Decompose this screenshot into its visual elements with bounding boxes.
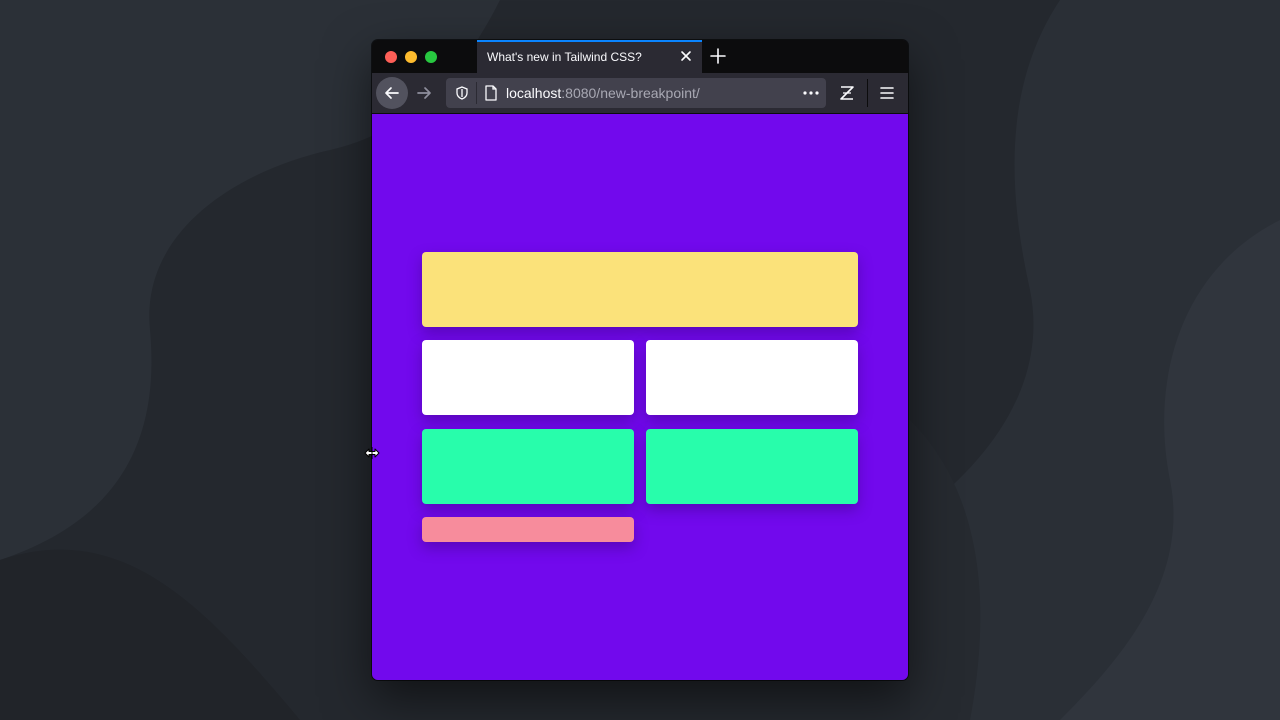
forward-arrow-icon (417, 87, 431, 99)
new-tab-button[interactable] (709, 47, 727, 65)
yellow-banner-card (422, 252, 858, 327)
back-button[interactable] (376, 77, 408, 109)
hamburger-menu-icon[interactable] (878, 84, 896, 102)
page-icon[interactable] (484, 85, 498, 101)
close-icon[interactable] (678, 48, 694, 64)
address-bar[interactable]: localhost:8080/new-breakpoint/ (446, 78, 826, 108)
tracking-protection-shield-icon[interactable] (455, 86, 469, 100)
white-card-right (646, 340, 858, 415)
green-card-right (646, 429, 858, 504)
tab-title: What's new in Tailwind CSS? (487, 50, 642, 64)
window-maximize-button[interactable] (425, 51, 437, 63)
navigation-toolbar: localhost:8080/new-breakpoint/ (372, 73, 908, 114)
forward-button[interactable] (408, 77, 440, 109)
browser-window: What's new in Tailwind CSS? localhost:80… (372, 40, 908, 680)
page-viewport (372, 114, 908, 680)
url-path: :8080/new-breakpoint/ (561, 85, 700, 101)
url-host: localhost (506, 85, 562, 101)
window-close-button[interactable] (385, 51, 397, 63)
window-minimize-button[interactable] (405, 51, 417, 63)
plus-icon (710, 48, 726, 64)
zotero-icon[interactable] (838, 84, 856, 102)
more-actions-icon[interactable] (802, 85, 820, 101)
white-card-left (422, 340, 634, 415)
green-card-left (422, 429, 634, 504)
pink-bar-card (422, 517, 634, 542)
address-bar-divider (476, 82, 477, 104)
browser-tab-active[interactable]: What's new in Tailwind CSS? (477, 40, 702, 73)
horizontal-resize-cursor-icon (364, 446, 380, 460)
tab-bar: What's new in Tailwind CSS? (372, 40, 908, 73)
url-text[interactable]: localhost:8080/new-breakpoint/ (506, 85, 700, 101)
toolbar-separator (867, 79, 868, 107)
back-arrow-icon (385, 87, 399, 99)
